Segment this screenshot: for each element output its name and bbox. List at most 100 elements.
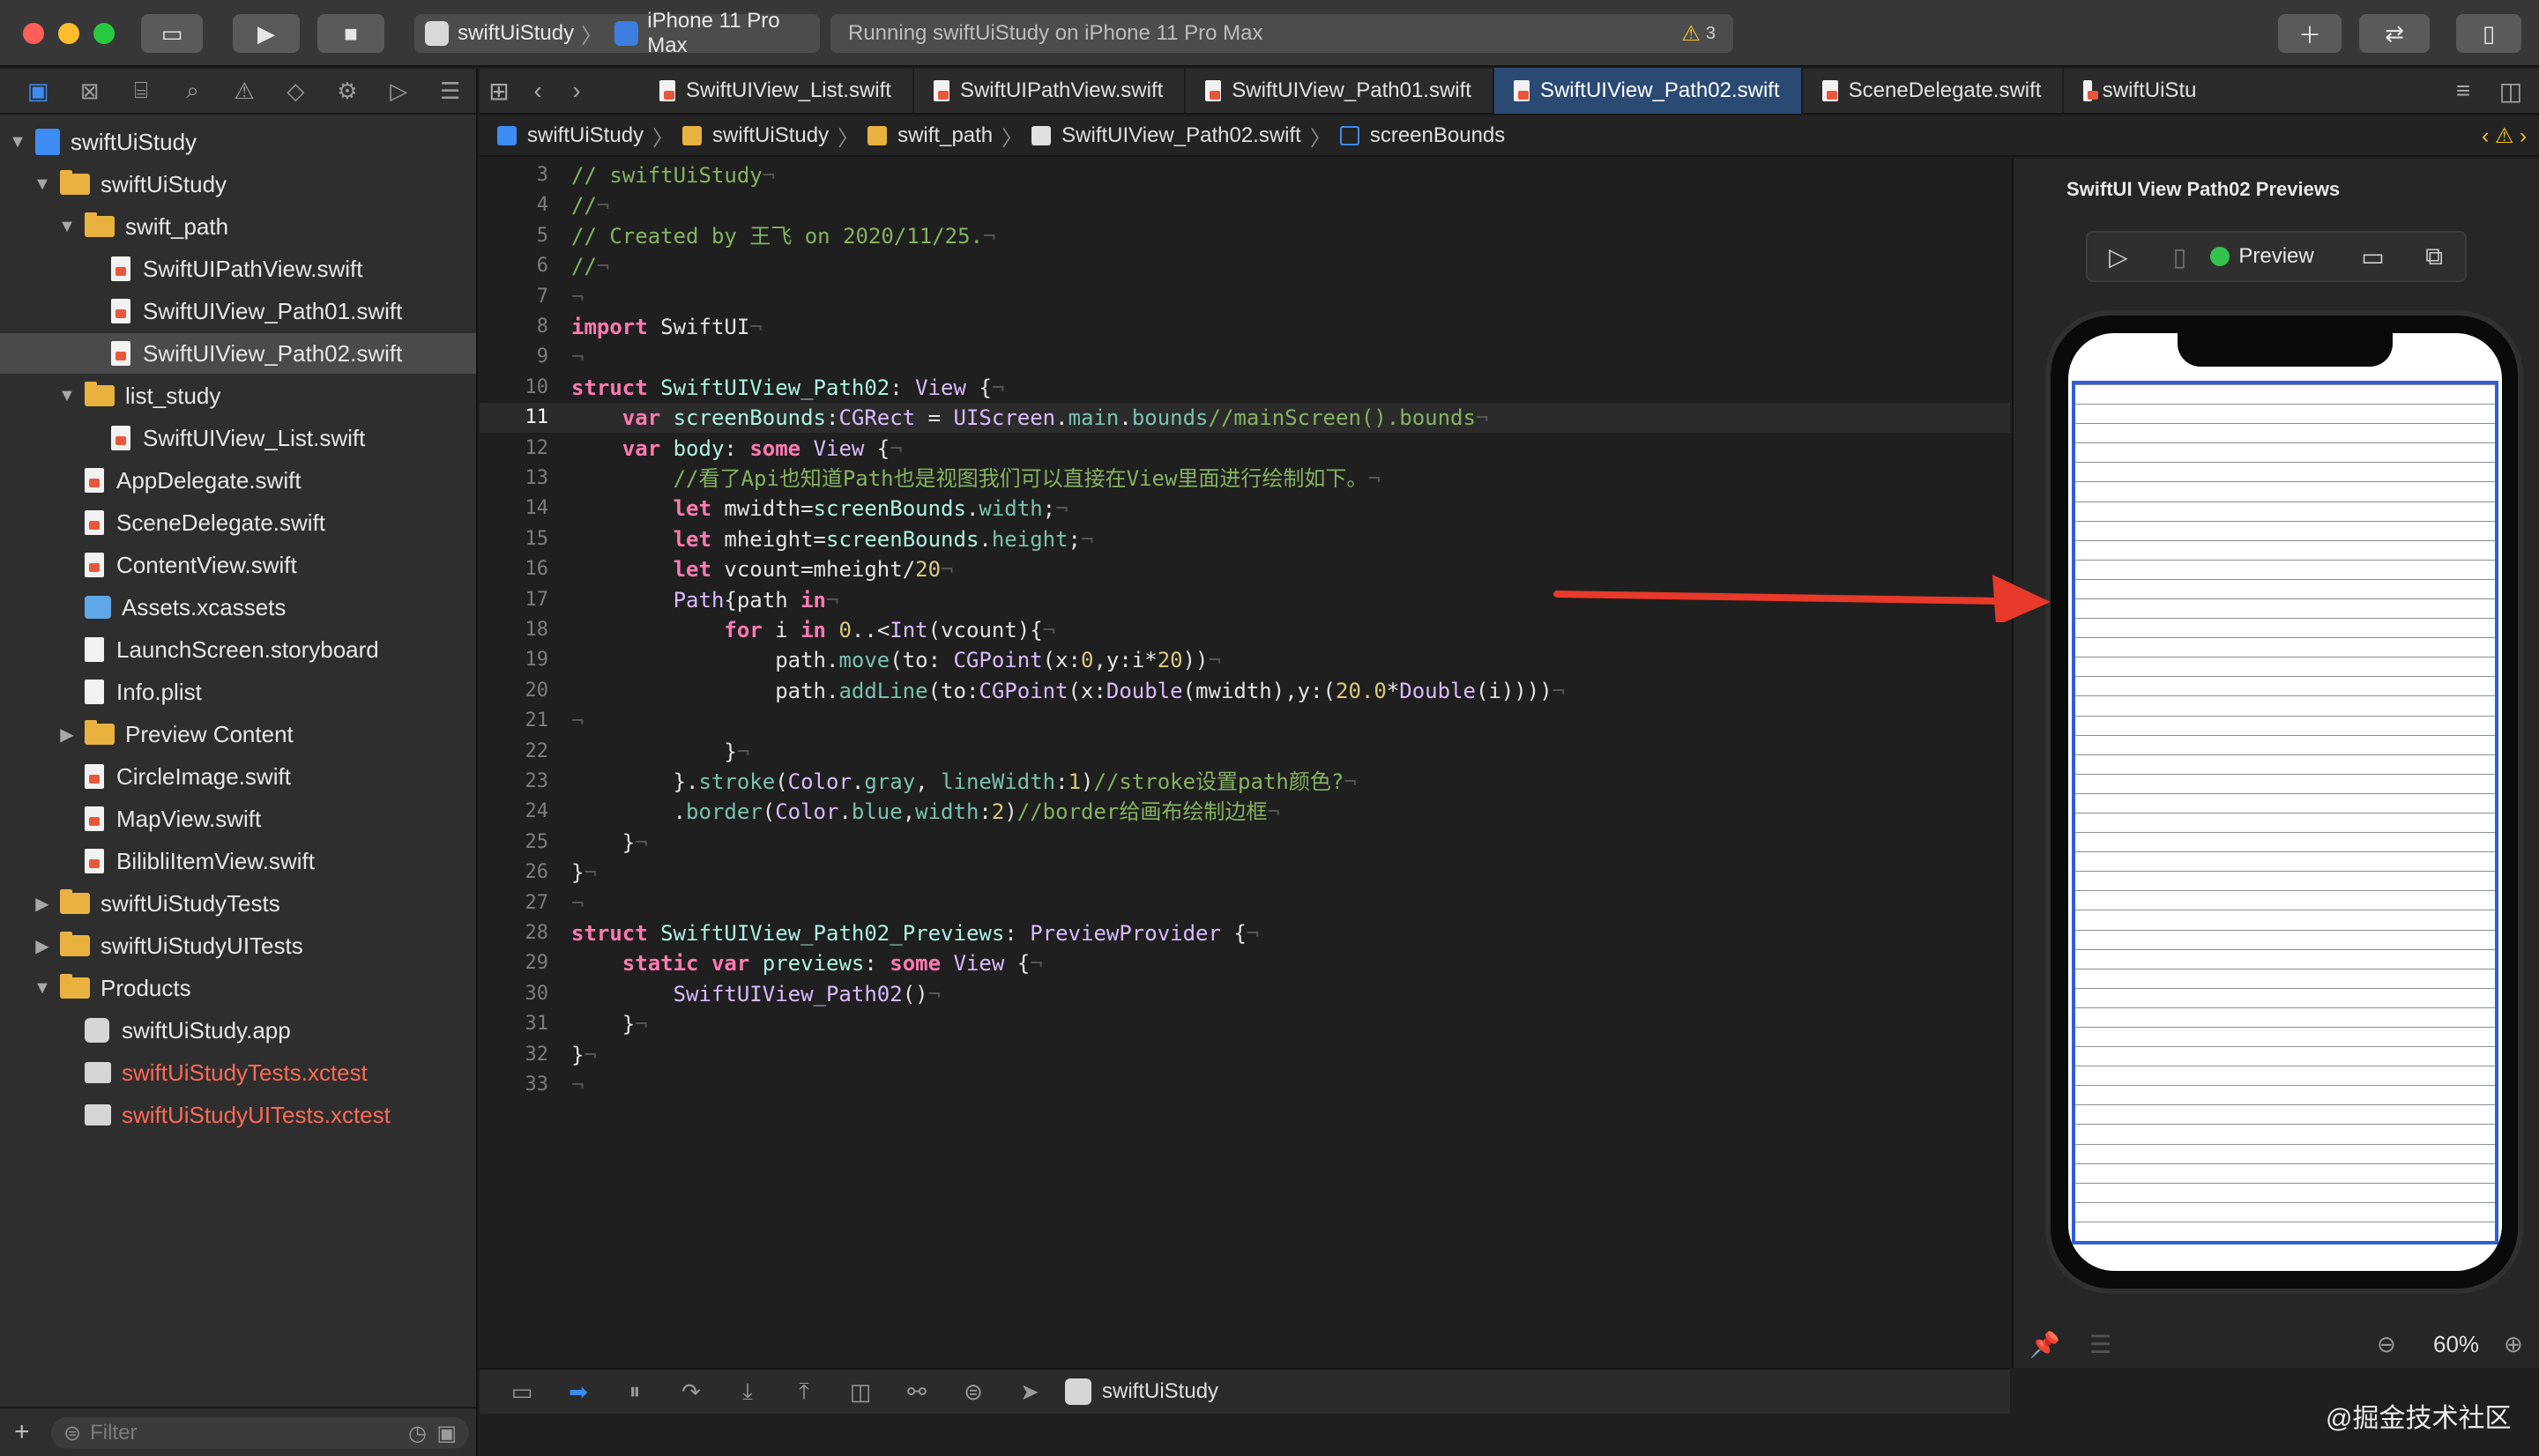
source-control-icon[interactable]: ⊠ <box>63 73 115 108</box>
warning-icon[interactable]: ⚠ <box>219 73 270 108</box>
code-line[interactable]: 10 struct SwiftUIView_Path02: View {¬ <box>480 373 2010 403</box>
navigator-item[interactable]: LaunchScreen.storyboard <box>0 629 476 670</box>
toggle-inspector-button[interactable]: ▯ <box>2456 14 2521 53</box>
code-line[interactable]: 6 //¬ <box>480 251 2010 281</box>
editor-tab[interactable]: SwiftUIView_Path01.swift <box>1186 68 1494 114</box>
view-hierarchy-icon[interactable]: ◫ <box>832 1378 889 1406</box>
navigator-item[interactable]: ▼ swift_path <box>0 206 476 247</box>
disclosure-closed-icon[interactable]: ▶ <box>32 893 53 915</box>
scm-filter-icon[interactable]: ▣ <box>436 1421 457 1446</box>
hierarchy-icon[interactable]: ⌸ <box>115 73 167 108</box>
environment-overrides-icon[interactable]: ⊜ <box>945 1378 1001 1406</box>
navigator-item[interactable]: ▶ Preview Content <box>0 714 476 754</box>
split-editor-icon[interactable]: ◫ <box>2491 68 2530 114</box>
recent-files-icon[interactable]: ◷ <box>408 1421 427 1446</box>
report-icon[interactable]: ☰ <box>425 73 476 108</box>
stop-button[interactable]: ■ <box>317 14 384 53</box>
code-line[interactable]: 22 }¬ <box>480 737 2010 767</box>
code-review-button[interactable]: ⇄ <box>2359 14 2430 53</box>
close-window-button[interactable] <box>23 23 44 44</box>
add-file-icon[interactable]: + <box>14 1417 30 1447</box>
code-line[interactable]: 7 ¬ <box>480 282 2010 312</box>
step-out-icon[interactable]: ⤒ <box>776 1378 832 1406</box>
forward-icon[interactable]: › <box>557 68 596 114</box>
breakpoint-icon[interactable]: ▷ <box>373 73 424 108</box>
navigator-item[interactable]: BilibliItemView.swift <box>0 841 476 881</box>
navigator-item[interactable]: SwiftUIView_Path01.swift <box>0 291 476 331</box>
run-button[interactable]: ▶ <box>233 14 300 53</box>
disclosure-closed-icon[interactable]: ▶ <box>56 724 78 746</box>
navigator-item[interactable]: MapView.swift <box>0 799 476 839</box>
memory-graph-icon[interactable]: ⚯ <box>889 1378 945 1406</box>
disclosure-open-icon[interactable]: ▼ <box>7 132 28 152</box>
code-line[interactable]: 32}¬ <box>480 1040 2010 1070</box>
device-settings-icon[interactable]: ▭ <box>2342 232 2404 281</box>
code-line[interactable]: 8 import SwiftUI¬ <box>480 312 2010 342</box>
source-editor[interactable]: 3// swiftUiStudy¬ 4//¬ 5// Created by 王飞 o… <box>480 159 2010 1368</box>
editor-options-icon[interactable]: ≡ <box>2444 68 2483 114</box>
toggle-navigator-button[interactable]: ▭ <box>141 14 203 53</box>
code-line[interactable]: 14 let mwidth=screenBounds.width;¬ <box>480 494 2010 524</box>
breadcrumb-item[interactable]: SwiftUIView_Path02.swift <box>1031 123 1301 148</box>
preview-status[interactable]: Preview <box>2210 244 2342 269</box>
code-line[interactable]: 11 var screenBounds:CGRect = UIScreen.ma… <box>480 403 2010 434</box>
simulate-location-icon[interactable]: ➤ <box>1001 1378 1058 1406</box>
code-line[interactable]: 30 SwiftUIView_Path02()¬ <box>480 979 2010 1009</box>
zoom-in-icon[interactable]: ⊕ <box>2504 1331 2523 1358</box>
minimize-window-button[interactable] <box>58 23 79 44</box>
breadcrumb-item[interactable]: screenBounds <box>1339 123 1505 148</box>
disclosure-open-icon[interactable]: ▼ <box>32 175 53 195</box>
warning-indicator[interactable]: ⚠ 3 <box>1681 21 1716 47</box>
editor-tab[interactable]: SceneDelegate.swift <box>1803 68 2065 114</box>
navigator-item[interactable]: ▼ swiftUiStudy <box>0 122 476 162</box>
navigator-item[interactable]: Info.plist <box>0 672 476 712</box>
navigator-item[interactable]: SwiftUIView_Path02.swift <box>0 333 476 374</box>
code-line[interactable]: 21 ¬ <box>480 706 2010 736</box>
scheme-selector[interactable]: swiftUiStudy 〉 iPhone 11 Pro Max <box>414 9 820 57</box>
code-line[interactable]: 9 ¬ <box>480 342 2010 372</box>
device-preview-icon[interactable]: ▯ <box>2149 232 2211 281</box>
editor-tab[interactable]: swiftUiStu <box>2064 68 2196 114</box>
test-icon[interactable]: ◇ <box>270 73 321 108</box>
navigator-item[interactable]: ▶ swiftUiStudyTests <box>0 883 476 924</box>
toggle-debug-area-icon[interactable]: ▭ <box>494 1378 550 1406</box>
grid-menu-icon[interactable]: ⊞ <box>480 68 518 114</box>
breadcrumb-item[interactable]: swift_path <box>867 123 993 148</box>
duplicate-preview-icon[interactable]: ⧉ <box>2403 232 2465 281</box>
code-line[interactable]: 15 let mheight=screenBounds.height;¬ <box>480 524 2010 554</box>
filter-field[interactable]: ⊜ Filter ◷ ▣ <box>51 1417 469 1449</box>
code-line[interactable]: 27 ¬ <box>480 888 2010 918</box>
navigator-item[interactable]: ContentView.swift <box>0 545 476 585</box>
list-icon[interactable]: ☰ <box>2089 1330 2111 1359</box>
jumpbar-warning-icon[interactable]: ‹ ⚠ › <box>2482 123 2527 149</box>
folder-icon[interactable]: ▣ <box>12 73 63 108</box>
code-line[interactable]: 20 path.addLine(to:CGPoint(x:Double(mwid… <box>480 676 2010 706</box>
code-line[interactable]: 26}¬ <box>480 858 2010 888</box>
debug-icon[interactable]: ⚙ <box>322 73 373 108</box>
navigator-item[interactable]: ▼ swiftUiStudy <box>0 164 476 204</box>
code-line[interactable]: 12 var body: some View {¬ <box>480 434 2010 464</box>
navigator-item[interactable]: swiftUiStudyTests.xctest <box>0 1052 476 1093</box>
disclosure-open-icon[interactable]: ▼ <box>56 386 78 406</box>
search-icon[interactable]: ⌕ <box>167 73 218 108</box>
code-line[interactable]: 23 }.stroke(Color.gray, lineWidth:1)//st… <box>480 767 2010 797</box>
pause-icon[interactable]: ⏸ <box>607 1378 663 1406</box>
zoom-level[interactable]: 60% <box>2433 1331 2479 1358</box>
code-line[interactable]: 4 //¬ <box>480 190 2010 220</box>
navigator-item[interactable]: swiftUiStudy.app <box>0 1010 476 1051</box>
navigator-item[interactable]: SwiftUIView_List.swift <box>0 418 476 458</box>
editor-tab[interactable]: SwiftUIPathView.swift <box>914 68 1187 114</box>
code-line[interactable]: 3 // swiftUiStudy¬ <box>480 160 2010 190</box>
code-line[interactable]: 25 }¬ <box>480 828 2010 858</box>
code-line[interactable]: 5 // Created by 王飞 on 2020/11/25.¬ <box>480 221 2010 251</box>
editor-tab[interactable]: SwiftUIView_List.swift <box>640 68 914 114</box>
navigator-item[interactable]: ▶ swiftUiStudyUITests <box>0 925 476 966</box>
zoom-window-button[interactable] <box>93 23 115 44</box>
breadcrumb-item[interactable]: swiftUiStudy <box>497 123 644 148</box>
step-over-icon[interactable]: ↷ <box>663 1378 719 1406</box>
code-line[interactable]: 19 path.move(to: CGPoint(x:0,y:i*20))¬ <box>480 645 2010 675</box>
breakpoints-toggle-icon[interactable]: ➡ <box>550 1378 607 1406</box>
step-in-icon[interactable]: ⤓ <box>719 1378 776 1406</box>
disclosure-closed-icon[interactable]: ▶ <box>32 935 53 957</box>
navigator-item[interactable]: ▼ list_study <box>0 375 476 416</box>
